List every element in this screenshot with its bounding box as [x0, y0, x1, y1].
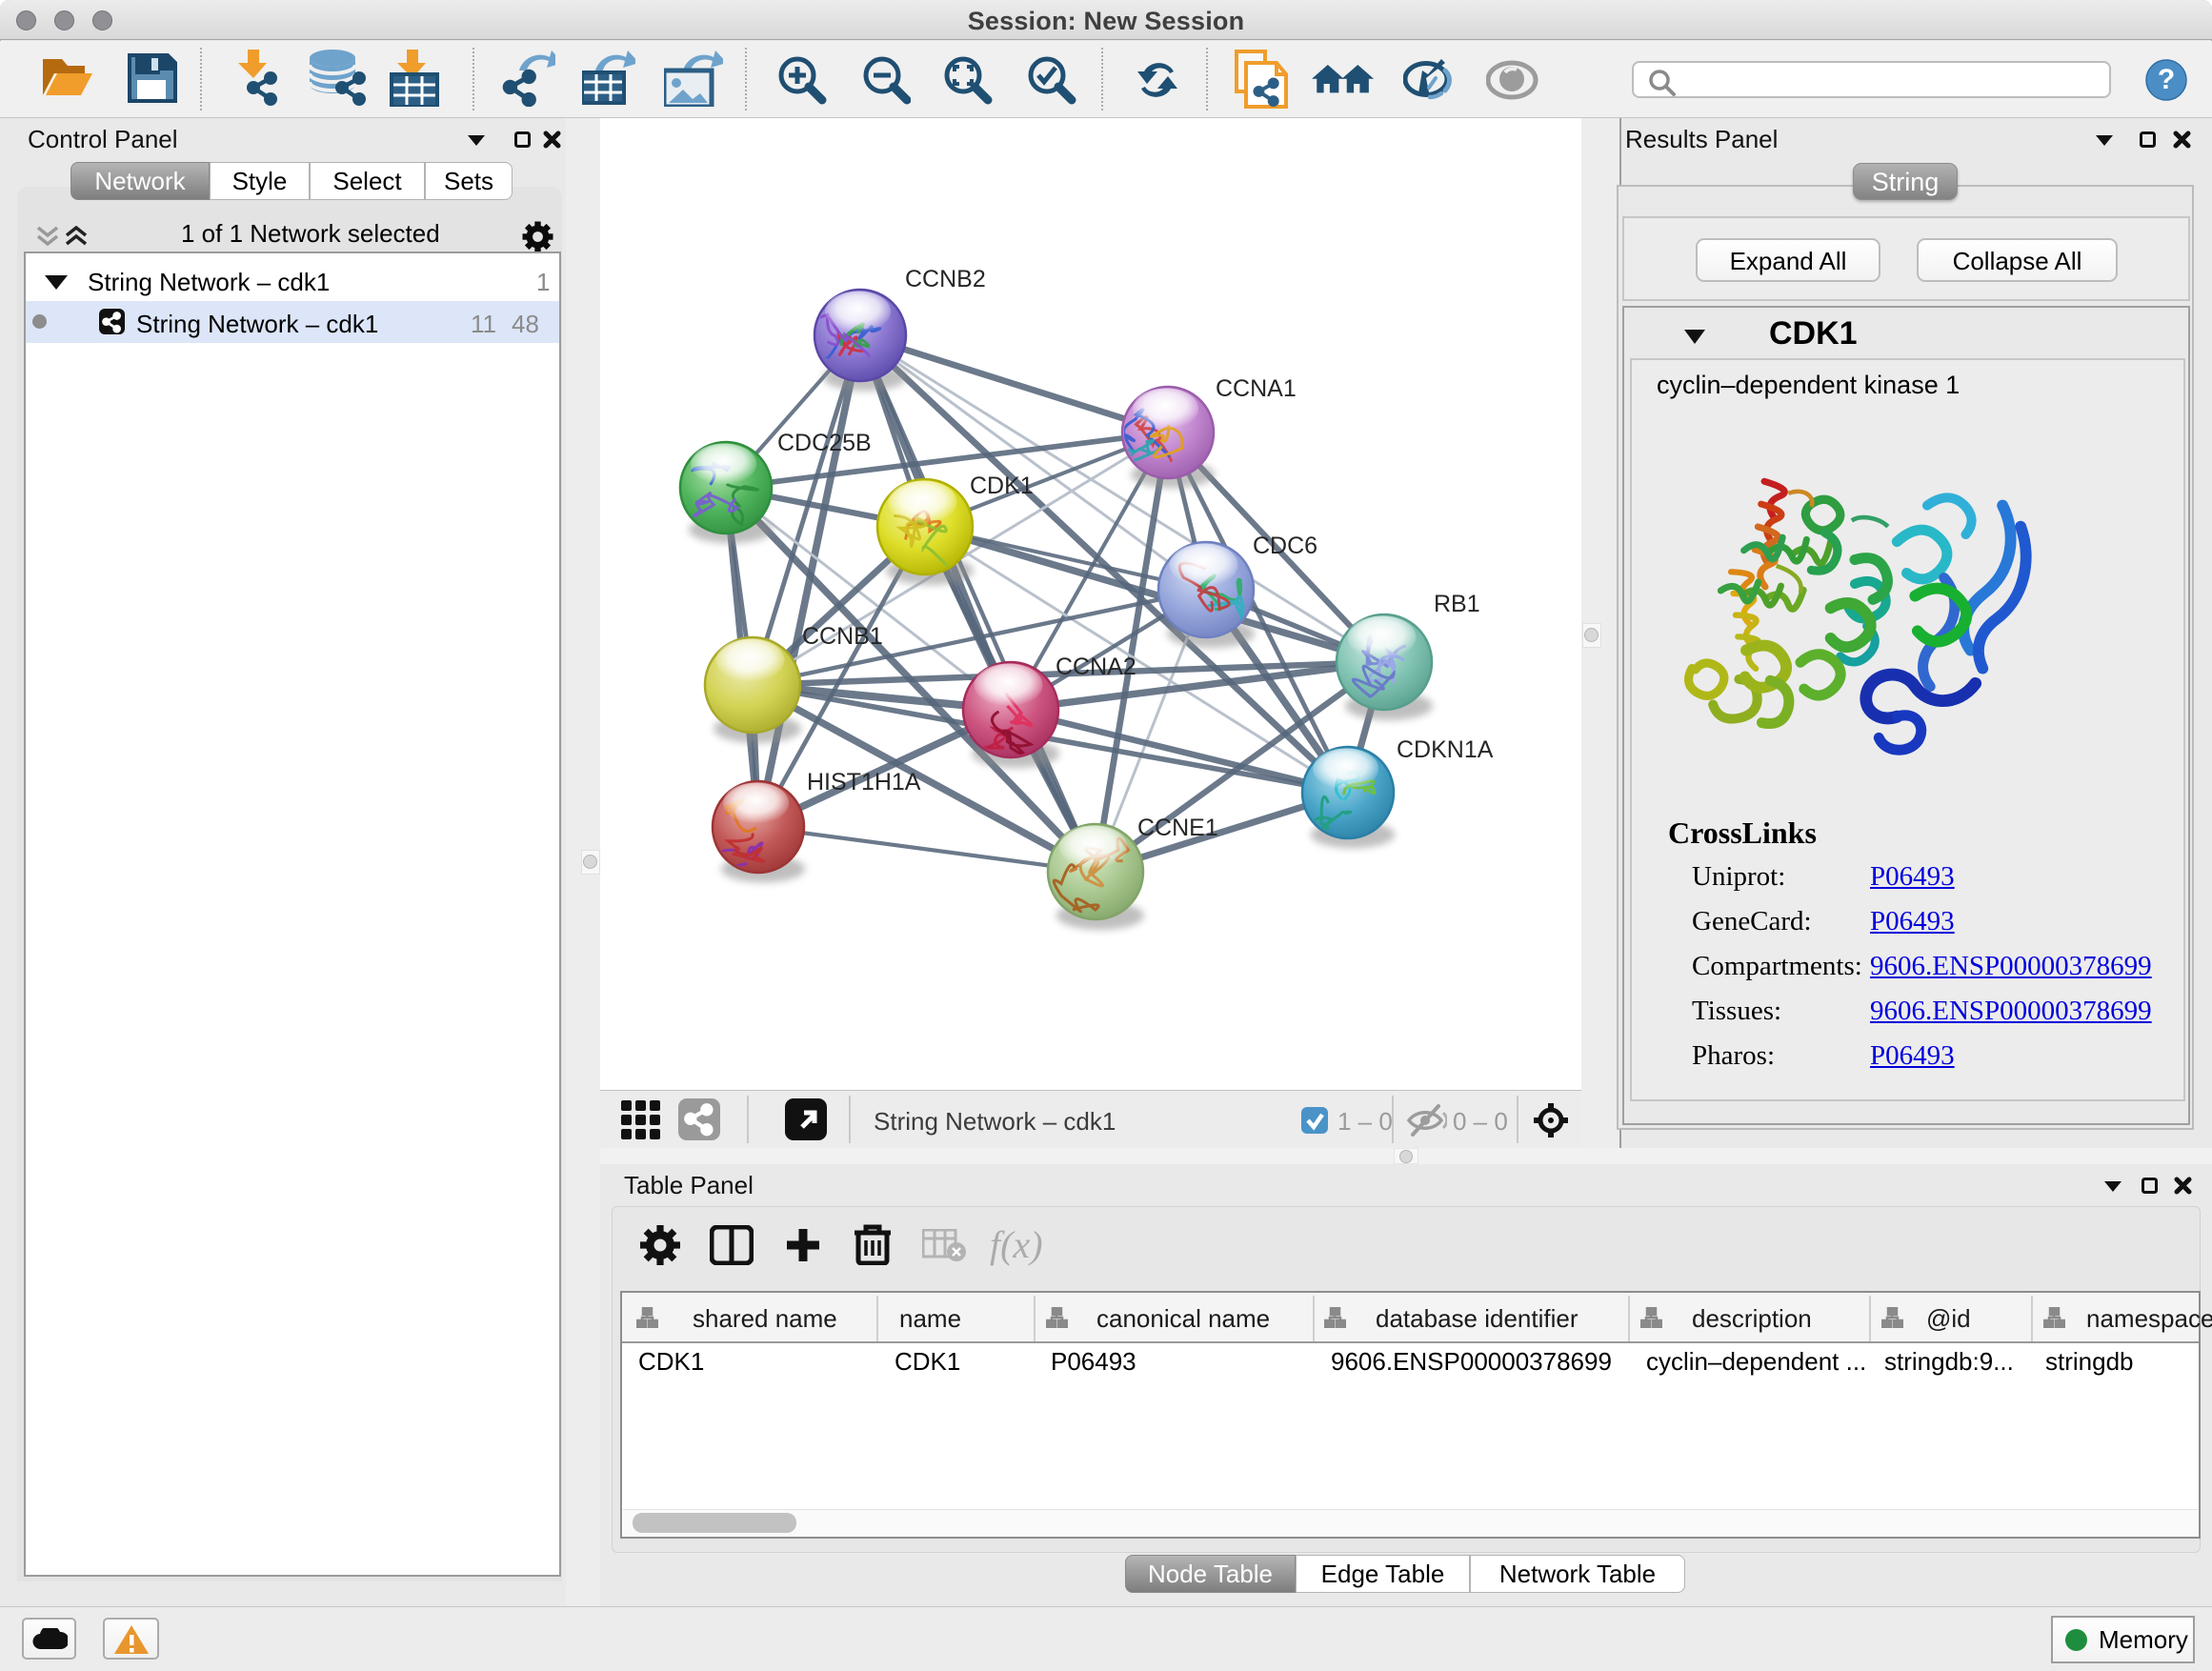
svg-text:RB1: RB1	[1434, 591, 1480, 617]
svg-text:CCNA1: CCNA1	[1216, 375, 1297, 402]
svg-text:CDC25B: CDC25B	[777, 430, 872, 456]
svg-text:CCNA2: CCNA2	[1056, 654, 1136, 680]
svg-text:CCNB1: CCNB1	[802, 623, 883, 650]
svg-text:CCNE1: CCNE1	[1137, 815, 1218, 841]
svg-text:CDKN1A: CDKN1A	[1397, 736, 1494, 763]
svg-text:HIST1H1A: HIST1H1A	[807, 769, 921, 795]
svg-text:?: ?	[2158, 64, 2175, 95]
svg-text:CDC6: CDC6	[1253, 533, 1317, 559]
svg-text:CDK1: CDK1	[970, 473, 1034, 499]
svg-text:CCNB2: CCNB2	[905, 266, 986, 292]
